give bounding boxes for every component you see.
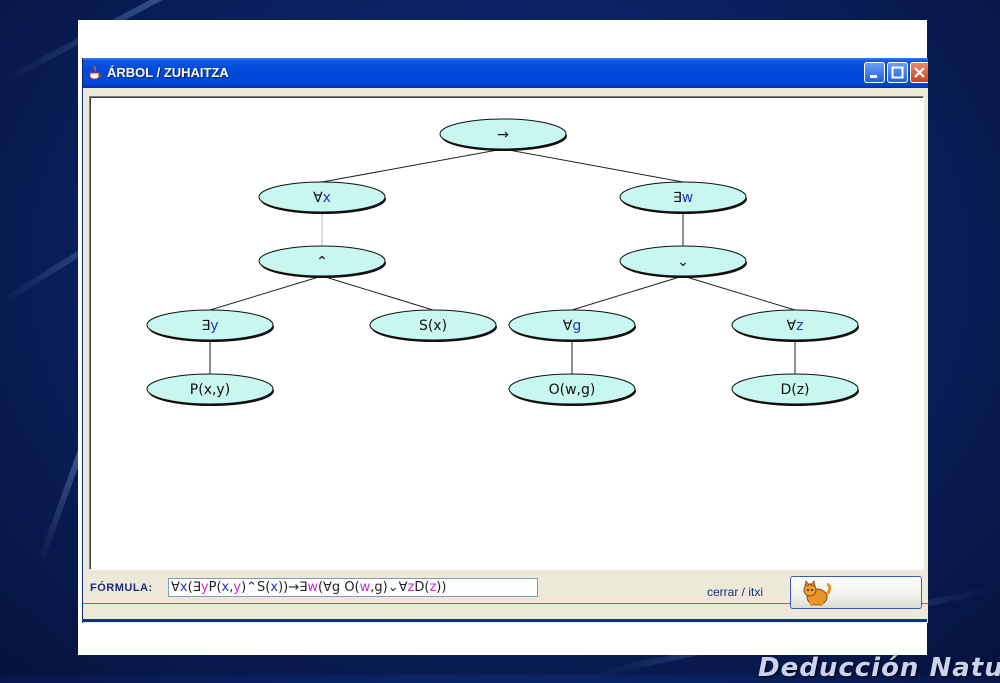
node-label: ⌄ — [677, 254, 689, 270]
node-label: ∀z — [787, 318, 804, 334]
formula-token: )⌃S( — [241, 580, 271, 595]
node-label: → — [497, 127, 509, 143]
node-operator: ∀ — [313, 190, 323, 206]
formula-label: FÓRMULA: — [90, 582, 153, 594]
formula-token: (∃ — [187, 580, 201, 595]
node-operator: P(x,y) — [190, 382, 230, 398]
formula-field[interactable]: ∀x(∃yP(x,y)⌃S(x))→∃w(∀g O(w,g)⌄∀zD(z)) — [168, 578, 538, 597]
node-variable: w — [682, 190, 693, 206]
formula-token: w — [359, 580, 371, 595]
tree-window: ÁRBOL / ZUHAITZA → ∀x ∃w ⌃ ⌄ ∃y S(x) ∀g ∀z P(x,y)… — [82, 58, 928, 623]
minimize-button[interactable] — [864, 62, 885, 83]
node-label: P(x,y) — [190, 382, 230, 398]
node-label: ∀x — [313, 190, 331, 206]
node-label: ∃w — [673, 190, 693, 206]
close-window-button[interactable] — [910, 62, 928, 83]
tree-canvas: → ∀x ∃w ⌃ ⌄ ∃y S(x) ∀g ∀z P(x,y) O(w,g) D(z) — [89, 96, 924, 570]
formula-token: y — [233, 580, 242, 595]
tree-node-forall-x[interactable]: ∀x — [258, 181, 386, 214]
tree-node-d-z[interactable]: D(z) — [731, 373, 859, 406]
node-operator: ⌄ — [677, 254, 689, 270]
formula-token: w — [307, 580, 318, 595]
node-variable: y — [210, 318, 218, 334]
node-label: ⌃ — [316, 254, 328, 270]
maximize-icon — [891, 66, 904, 79]
tree-edge — [321, 148, 504, 183]
tree-node-o-wg[interactable]: O(w,g) — [508, 373, 636, 406]
tree-node-or[interactable]: ⌄ — [619, 245, 747, 278]
tree-edge — [682, 275, 796, 311]
slide-rule — [82, 619, 927, 622]
tree-node-and[interactable]: ⌃ — [258, 245, 386, 278]
title-bar[interactable]: ÁRBOL / ZUHAITZA — [83, 58, 928, 88]
footer-title: Deducción Natural — [758, 653, 1000, 683]
formula-token: ∀ — [171, 580, 180, 595]
window-title: ÁRBOL / ZUHAITZA — [107, 65, 229, 80]
node-variable: z — [796, 318, 803, 334]
formula-token: ))→∃ — [278, 580, 308, 595]
node-label: O(w,g) — [549, 382, 596, 398]
formula-token: D( — [414, 580, 430, 595]
tree-edge — [571, 275, 684, 311]
node-operator: D(z) — [780, 382, 809, 398]
node-operator: → — [497, 127, 509, 143]
node-operator: ⌃ — [316, 254, 328, 270]
node-variable: x — [323, 190, 331, 206]
node-operator: S(x) — [419, 318, 447, 334]
tree-node-exists-y[interactable]: ∃y — [146, 309, 274, 342]
tree-node-forall-g[interactable]: ∀g — [508, 309, 636, 342]
tree-node-exists-w[interactable]: ∃w — [619, 181, 747, 214]
tree-edge — [209, 275, 323, 311]
formula-token: x — [270, 580, 279, 595]
node-operator: ∃ — [673, 190, 682, 206]
formula-tree: →∀x ∃w⌃ ⌄∃y S(x) ∀g ∀zP(x,y) O(w,g) D(z) — [146, 118, 859, 406]
tree-node-root[interactable]: → — [439, 118, 567, 151]
close-button[interactable] — [790, 576, 922, 609]
close-label: cerrar / itxi — [707, 585, 764, 599]
java-cup-icon — [89, 65, 102, 80]
close-icon — [914, 67, 925, 78]
formula-token: P( — [208, 580, 222, 595]
node-operator: ∃ — [201, 318, 210, 334]
tree-node-forall-z[interactable]: ∀z — [731, 309, 859, 342]
tree-node-s-x[interactable]: S(x) — [369, 309, 497, 342]
bottom-bar: FÓRMULA: ∀x(∃yP(x,y)⌃S(x))→∃w(∀g O(w,g)⌄… — [83, 572, 928, 623]
tree-edge — [502, 148, 684, 183]
tree-node-p-xy[interactable]: P(x,y) — [146, 373, 274, 406]
node-operator: ∀ — [787, 318, 797, 334]
node-operator: ∀ — [563, 318, 573, 334]
node-variable: g — [572, 318, 581, 334]
node-label: S(x) — [419, 318, 447, 334]
maximize-button[interactable] — [887, 62, 908, 83]
formula-token: y — [200, 580, 209, 595]
formula-token: x — [179, 580, 188, 595]
formula-token: (∀g O( — [317, 580, 360, 595]
minimize-icon — [870, 75, 877, 78]
formula-token: )) — [436, 580, 447, 595]
node-label: D(z) — [780, 382, 809, 398]
node-label: ∃y — [201, 318, 218, 334]
cat-icon — [803, 580, 831, 606]
node-label: ∀g — [563, 318, 581, 334]
formula-token: ,g)⌄∀ — [370, 580, 408, 595]
node-operator: O(w,g) — [549, 382, 596, 398]
tree-edge — [321, 275, 434, 311]
